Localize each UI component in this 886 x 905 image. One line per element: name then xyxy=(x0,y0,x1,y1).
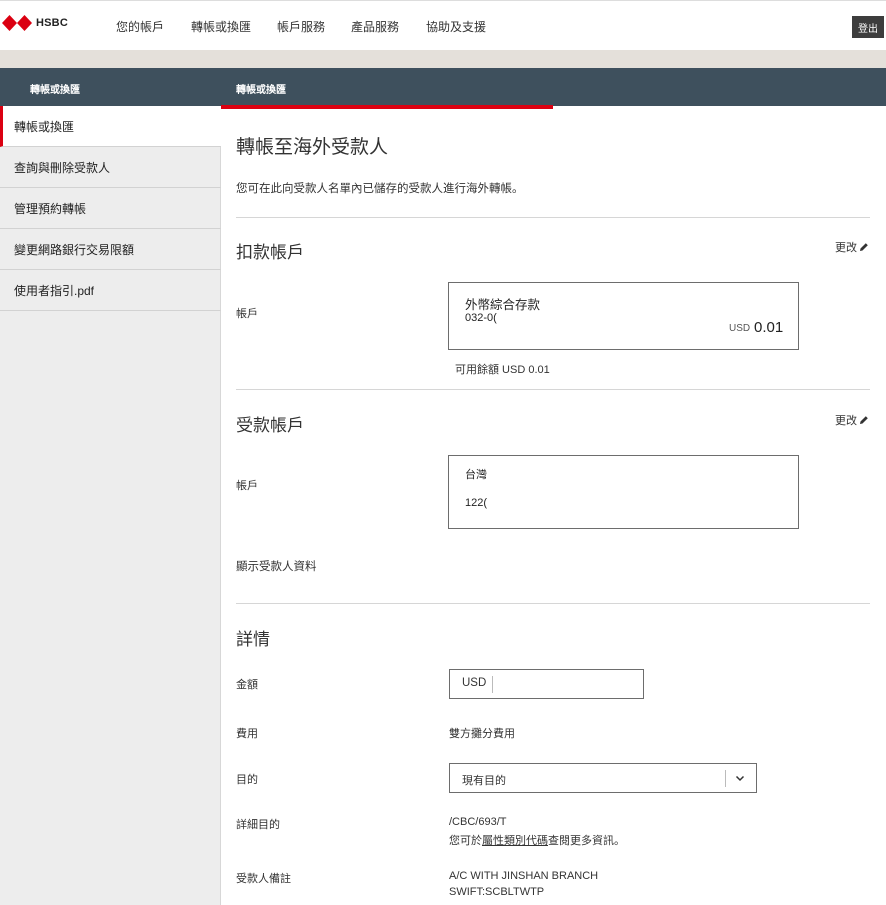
page-title: 轉帳至海外受款人 xyxy=(236,137,389,158)
payee-account-card[interactable]: 台灣 122( xyxy=(448,455,799,529)
debit-account-card[interactable]: 外幣綜合存款 032-0( USD 0.01 xyxy=(448,282,799,350)
divider xyxy=(236,603,870,604)
detailed-purpose-code: /CBC/693/T xyxy=(449,816,507,828)
pencil-icon xyxy=(860,416,868,424)
nav-your-accounts[interactable]: 您的帳戶 xyxy=(116,18,164,35)
debit-edit-link[interactable]: 更改 xyxy=(835,239,869,255)
select-separator xyxy=(725,770,726,787)
sidebar-item-transaction-limits[interactable]: 變更網路銀行交易限額 xyxy=(0,229,221,270)
sidebar-item-scheduled-transfers[interactable]: 管理預約轉帳 xyxy=(0,188,221,229)
note-suffix: 查閱更多資訊。 xyxy=(548,835,625,847)
page-heading-tab: 轉帳或換匯 xyxy=(236,85,286,96)
sidebar-item-transfer[interactable]: 轉帳或換匯 xyxy=(0,106,221,147)
payee-edit-link[interactable]: 更改 xyxy=(835,412,869,428)
purpose-selected-value: 現有目的 xyxy=(462,775,506,787)
amount-input[interactable]: USD xyxy=(449,669,644,699)
payee-account-number: 122( xyxy=(465,497,488,509)
fee-value: 雙方攤分費用 xyxy=(449,728,515,740)
section-header-band: 轉帳或換匯 轉帳或換匯 xyxy=(0,68,886,106)
brand-name: HSBC xyxy=(36,17,68,29)
detailed-purpose-label: 詳細目的 xyxy=(236,819,280,831)
header-strip xyxy=(0,50,886,68)
purpose-select[interactable]: 現有目的 xyxy=(449,763,757,793)
debit-account-name: 外幣綜合存款 xyxy=(465,298,541,312)
payee-note-line1: A/C WITH JINSHAN BRANCH xyxy=(449,870,599,882)
detailed-purpose-note: 您可於屬性類別代碼查閱更多資訊。 xyxy=(449,832,625,848)
debit-account-label: 帳戶 xyxy=(236,308,258,320)
payee-note-line2: SWIFT:SCBLTWTP xyxy=(449,886,545,898)
fee-label: 費用 xyxy=(236,728,258,740)
debit-section-title: 扣款帳戶 xyxy=(236,243,304,262)
payee-account-label: 帳戶 xyxy=(236,480,258,492)
payee-note-label: 受款人備註 xyxy=(236,873,291,885)
pencil-icon xyxy=(860,243,868,251)
nav-transfers[interactable]: 轉帳或換匯 xyxy=(191,18,251,35)
available-balance: 可用餘額 USD 0.01 xyxy=(455,364,550,376)
sidebar-item-manage-payees[interactable]: 查詢與刪除受款人 xyxy=(0,147,221,188)
purpose-label: 目的 xyxy=(236,774,258,786)
debit-currency: USD xyxy=(729,323,751,334)
sidebar: 轉帳或換匯 查詢與刪除受款人 管理預約轉帳 變更網路銀行交易限額 使用者指引.p… xyxy=(0,106,221,905)
payee-bank-name: 台灣 xyxy=(465,469,487,481)
nav-products[interactable]: 產品服務 xyxy=(351,18,399,35)
sidebar-item-user-guide[interactable]: 使用者指引.pdf xyxy=(0,270,221,311)
hsbc-hexagon-icon xyxy=(2,15,32,31)
debit-balance: 0.01 xyxy=(754,319,784,336)
logout-button[interactable]: 登出 xyxy=(852,16,884,38)
edit-label: 更改 xyxy=(835,415,857,427)
active-tab-indicator xyxy=(221,105,553,109)
amount-separator xyxy=(492,676,493,693)
show-payee-details-link[interactable]: 顯示受款人資料 xyxy=(236,558,317,574)
hsbc-logo[interactable]: HSBC xyxy=(2,15,68,31)
divider xyxy=(236,217,870,218)
note-prefix: 您可於 xyxy=(449,835,482,847)
details-section-title: 詳情 xyxy=(236,630,270,649)
divider xyxy=(236,389,870,390)
chevron-down-icon xyxy=(735,775,745,782)
nav-account-services[interactable]: 帳戶服務 xyxy=(277,18,325,35)
amount-label: 金額 xyxy=(236,679,258,691)
nav-help-support[interactable]: 協助及支援 xyxy=(426,18,486,35)
page-description: 您可在此向受款人名單內已儲存的受款人進行海外轉帳。 xyxy=(236,183,524,195)
top-navigation-bar: HSBC 您的帳戶 轉帳或換匯 帳戶服務 產品服務 協助及支援 登出 xyxy=(0,0,886,50)
attribute-code-link[interactable]: 屬性類別代碼 xyxy=(482,835,548,847)
payee-section-title: 受款帳戶 xyxy=(236,416,304,435)
debit-account-number: 032-0( xyxy=(465,312,497,324)
edit-label: 更改 xyxy=(835,242,857,254)
amount-currency: USD xyxy=(462,677,487,689)
sidebar-heading: 轉帳或換匯 xyxy=(30,85,80,96)
